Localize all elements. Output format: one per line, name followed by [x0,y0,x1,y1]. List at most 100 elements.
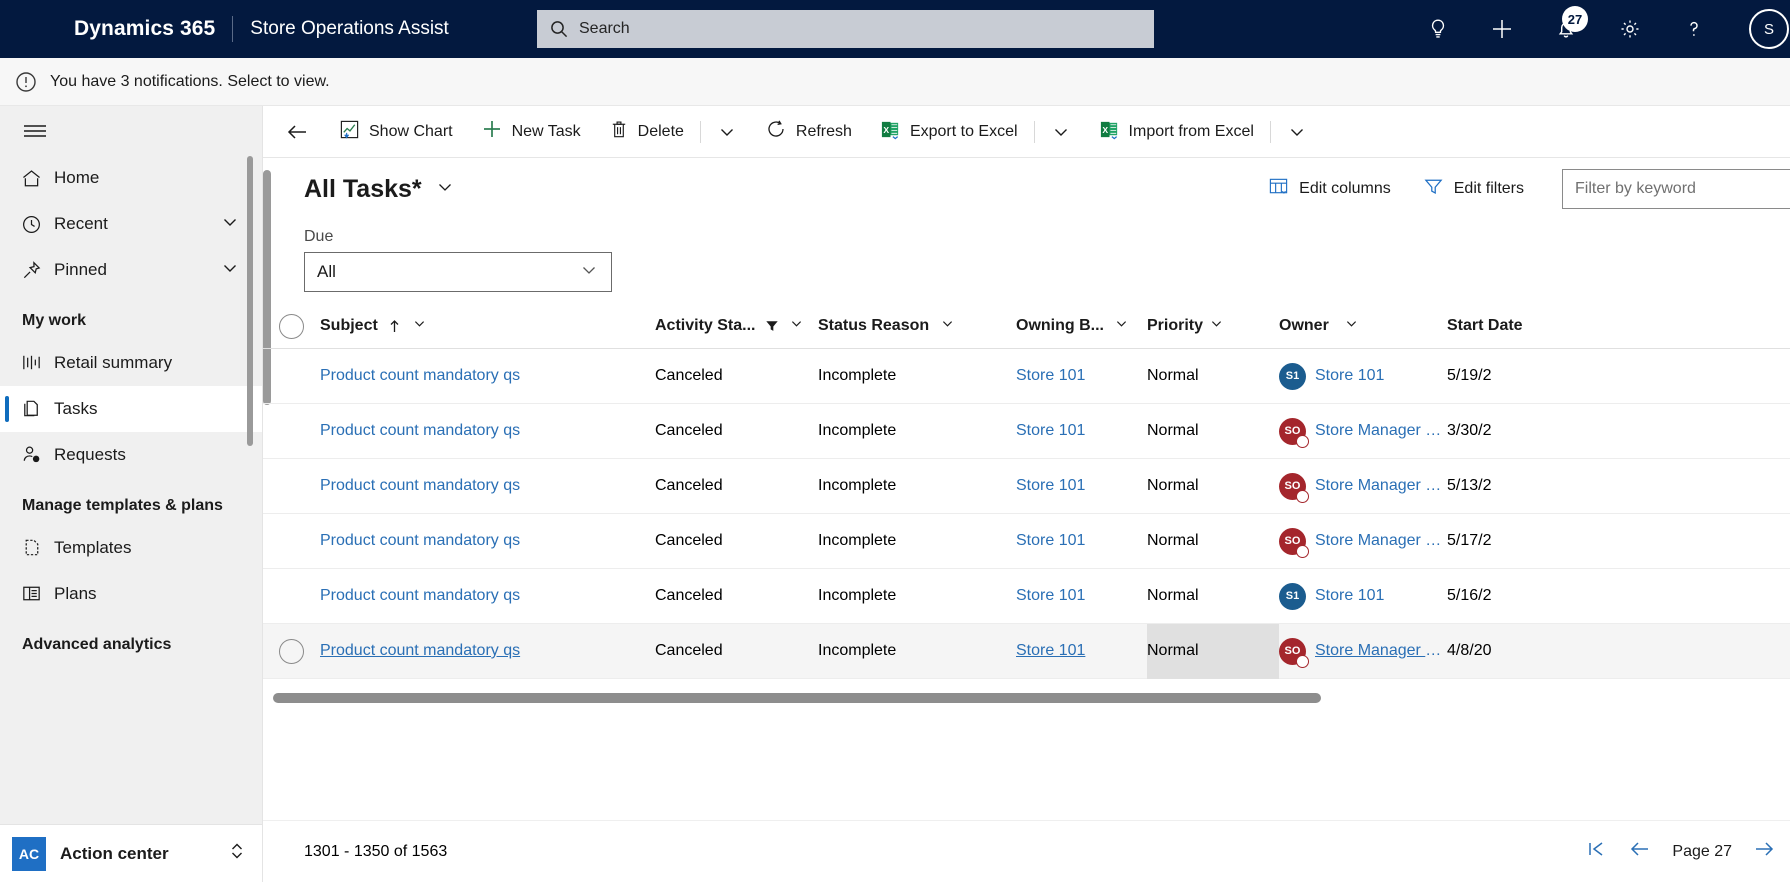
sidebar-scrollbar[interactable] [247,156,253,446]
action-center-button[interactable]: AC Action center [0,824,262,882]
owner-link[interactable]: Store Manager O... [1315,422,1447,440]
subject-link[interactable]: Product count mandatory qs [320,587,520,604]
previous-page-button[interactable] [1628,839,1652,864]
cell-owner[interactable]: SO Store Manager O... [1279,527,1447,558]
row-checkbox[interactable] [263,638,320,664]
table-row[interactable]: Product count mandatory qs Canceled Inco… [263,459,1790,514]
cell-priority: Normal [1147,532,1199,549]
user-avatar[interactable]: S [1726,0,1790,58]
chevron-down-icon[interactable] [1344,316,1359,336]
select-all-checkbox[interactable] [263,313,320,339]
help-icon[interactable] [1662,0,1726,58]
owning-business-link[interactable]: Store 101 [1016,642,1085,659]
sidebar-item-pinned[interactable]: Pinned [0,247,262,293]
owner-link[interactable]: Store Manager O... [1315,532,1447,550]
import-overflow-caret[interactable] [1273,106,1321,158]
cell-subject[interactable]: Product count mandatory qs [320,477,655,495]
hamburger-menu-icon[interactable] [0,106,262,155]
sidebar-item-plans[interactable]: Plans [0,571,262,617]
column-header-status-reason[interactable]: Status Reason [818,316,1016,336]
table-row[interactable]: Product count mandatory qs Canceled Inco… [263,404,1790,459]
export-to-excel-button[interactable]: X Export to Excel [866,106,1032,158]
sidebar-item-requests[interactable]: ? Requests [0,432,262,478]
owning-business-link[interactable]: Store 101 [1016,422,1085,439]
cell-subject[interactable]: Product count mandatory qs [320,532,655,550]
show-chart-button[interactable]: Show Chart [325,106,467,158]
column-header-owner[interactable]: Owner [1279,316,1447,336]
table-row[interactable]: Product count mandatory qs Canceled Inco… [263,623,1790,679]
table-row[interactable]: Product count mandatory qs Canceled Inco… [263,569,1790,624]
chevron-down-icon[interactable] [940,318,955,335]
sidebar-item-templates[interactable]: Templates [0,525,262,571]
cell-subject[interactable]: Product count mandatory qs [320,642,655,660]
chevron-up-down-icon[interactable] [228,839,246,868]
search-input[interactable]: Search [537,10,1154,48]
column-header-owning-business[interactable]: Owning B... [1016,316,1147,336]
table-row[interactable]: Product count mandatory qs Canceled Inco… [263,514,1790,569]
cell-owning-business[interactable]: Store 101 [1016,532,1147,550]
export-overflow-caret[interactable] [1037,106,1085,158]
cell-owning-business[interactable]: Store 101 [1016,477,1147,495]
chevron-down-icon[interactable] [220,212,240,237]
column-header-priority[interactable]: Priority [1147,304,1279,349]
cell-subject[interactable]: Product count mandatory qs [320,587,655,605]
view-selector-chevron-down-icon[interactable] [435,177,455,202]
gear-icon[interactable] [1598,0,1662,58]
chevron-down-icon[interactable] [789,318,804,335]
owner-link[interactable]: Store 101 [1315,367,1384,385]
sidebar-item-recent[interactable]: Recent [0,201,262,247]
lightbulb-icon[interactable] [1406,0,1470,58]
cell-owner[interactable]: S1 Store 101 [1279,362,1447,390]
cell-owner[interactable]: SO Store Manager O... [1279,472,1447,503]
cell-subject[interactable]: Product count mandatory qs [320,367,655,385]
edit-columns-button[interactable]: Edit columns [1252,176,1407,202]
delete-overflow-caret[interactable] [703,106,751,158]
back-button[interactable] [273,106,325,158]
next-page-button[interactable] [1752,839,1776,864]
column-header-subject[interactable]: Subject [320,316,655,336]
edit-filters-button[interactable]: Edit filters [1407,176,1540,202]
cell-owning-business[interactable]: Store 101 [1016,587,1147,605]
owning-business-link[interactable]: Store 101 [1016,367,1085,384]
subject-link[interactable]: Product count mandatory qs [320,477,520,494]
subject-link[interactable]: Product count mandatory qs [320,532,520,549]
sidebar-item-retail-summary[interactable]: Retail summary [0,340,262,386]
due-filter-select[interactable]: All [304,252,612,292]
owner-link[interactable]: Store 101 [1315,587,1384,605]
subject-link[interactable]: Product count mandatory qs [320,422,520,439]
column-header-start-date[interactable]: Start Date [1447,317,1567,335]
chevron-down-icon[interactable] [412,318,427,335]
cell-subject[interactable]: Product count mandatory qs [320,422,655,440]
cell-owner[interactable]: SO Store Manager O... [1279,417,1447,448]
new-task-button[interactable]: New Task [467,106,595,158]
scrollbar-thumb[interactable] [273,693,1321,703]
notification-bar[interactable]: You have 3 notifications. Select to view… [0,58,1790,106]
cell-owning-business[interactable]: Store 101 [1016,642,1147,660]
first-page-button[interactable] [1586,839,1608,864]
subject-link[interactable]: Product count mandatory qs [320,367,520,384]
cell-owning-business[interactable]: Store 101 [1016,367,1147,385]
cell-owner[interactable]: S1 Store 101 [1279,582,1447,610]
cell-owning-business[interactable]: Store 101 [1016,422,1147,440]
column-header-activity-status[interactable]: Activity Sta... [655,316,818,336]
filter-by-keyword-input[interactable]: Filter by keyword [1562,169,1790,209]
chevron-down-icon[interactable] [1114,318,1129,335]
cell-owner[interactable]: SO Store Manager O... [1279,637,1447,668]
chevron-down-icon[interactable] [220,258,240,283]
owning-business-link[interactable]: Store 101 [1016,532,1085,549]
owner-link[interactable]: Store Manager O... [1315,642,1447,660]
owning-business-link[interactable]: Store 101 [1016,587,1085,604]
plus-icon[interactable] [1470,0,1534,58]
table-row[interactable]: Product count mandatory qs Canceled Inco… [263,349,1790,404]
refresh-button[interactable]: Refresh [751,106,866,158]
bell-icon[interactable]: 27 [1534,0,1598,58]
grid-horizontal-scrollbar[interactable] [273,693,1790,703]
subject-link[interactable]: Product count mandatory qs [320,642,520,659]
owning-business-link[interactable]: Store 101 [1016,477,1085,494]
delete-button[interactable]: Delete [595,106,698,158]
sidebar-item-tasks[interactable]: Tasks [0,385,262,432]
chevron-down-icon[interactable] [1209,316,1224,336]
import-from-excel-button[interactable]: X Import from Excel [1085,106,1268,158]
owner-link[interactable]: Store Manager O... [1315,477,1447,495]
sidebar-item-home[interactable]: Home [0,155,262,201]
